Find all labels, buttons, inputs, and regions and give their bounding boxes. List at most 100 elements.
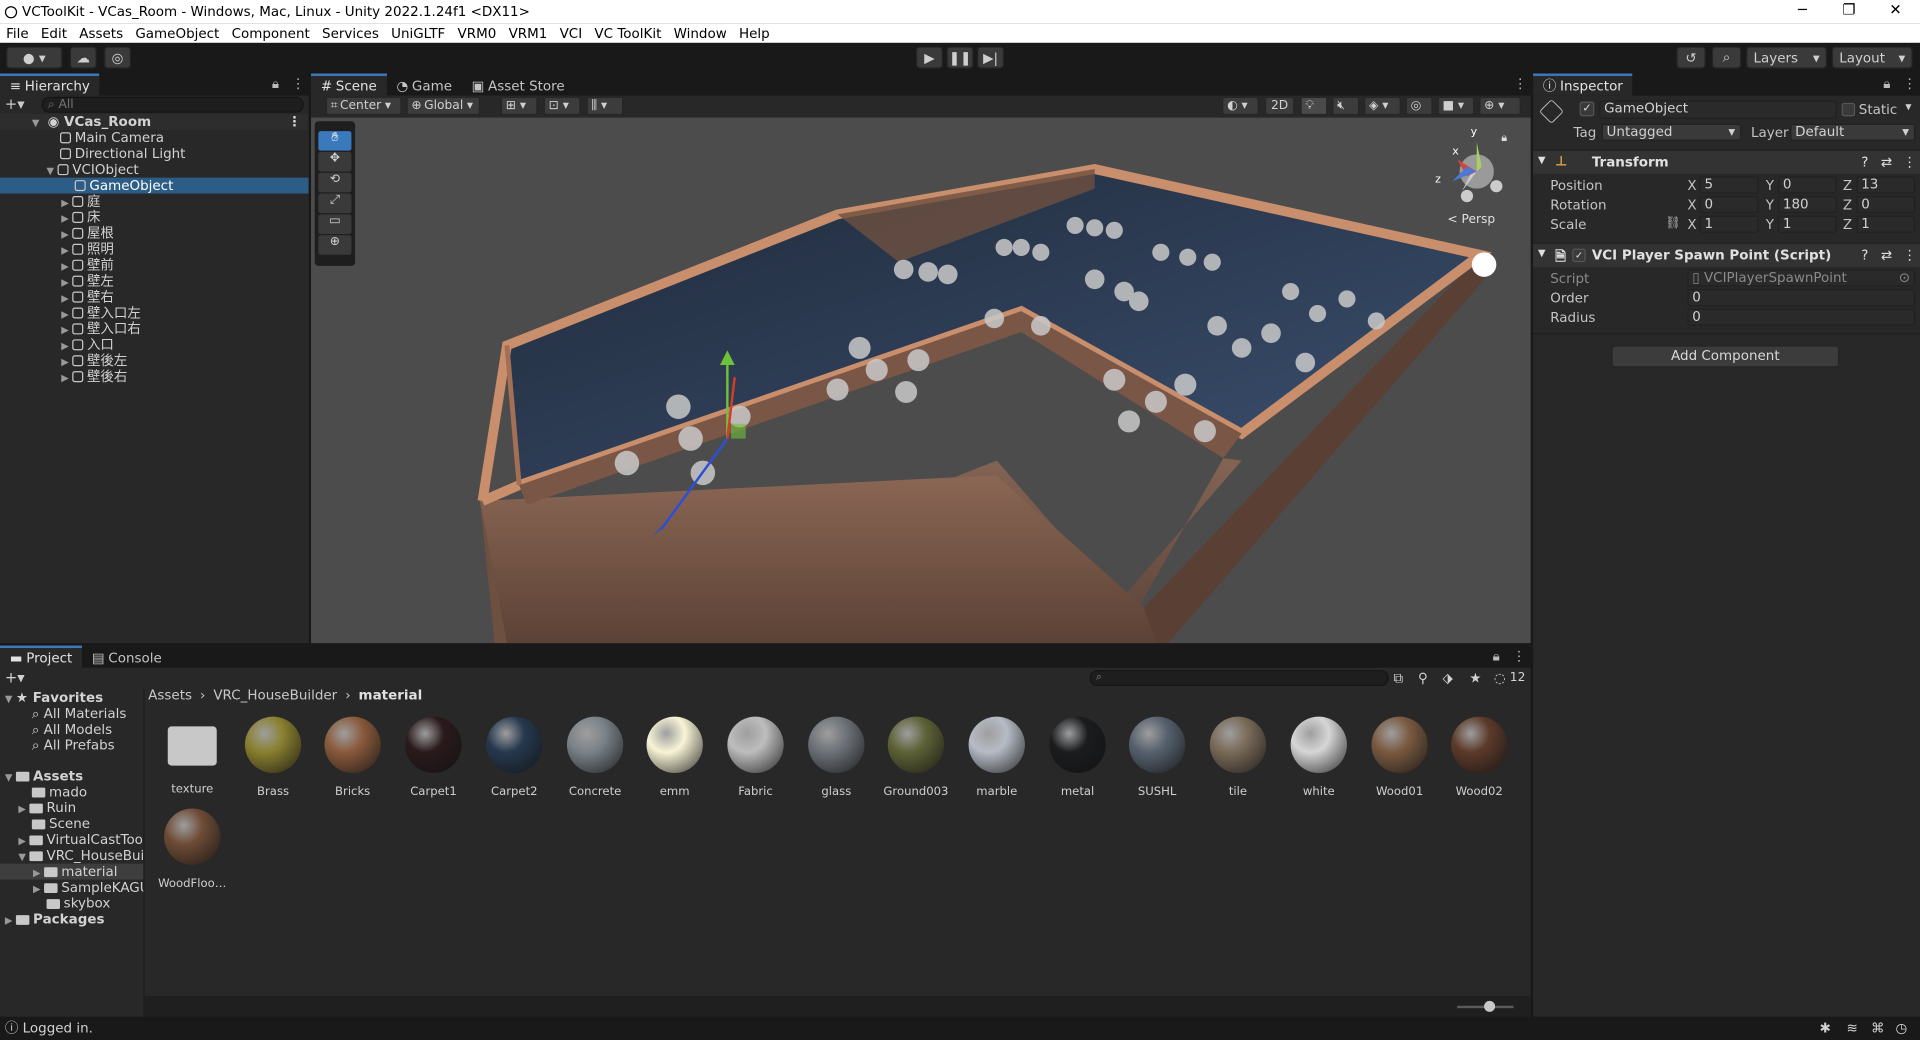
add-component-button[interactable]: Add Component <box>1611 345 1840 368</box>
space-dropdown[interactable]: ⊕ Global ▾ <box>406 96 481 116</box>
folder-row[interactable]: ▶ SampleKAGU <box>0 880 143 896</box>
menu-vrm1[interactable]: VRM1 <box>502 25 553 41</box>
hidden-objects-toggle[interactable]: ◎ <box>1405 96 1433 116</box>
material-asset[interactable]: Carpet1 <box>399 716 468 799</box>
folder-row[interactable]: skybox <box>0 895 143 911</box>
lock-icon[interactable]: 🔒︎ <box>1501 132 1507 144</box>
stack-icon[interactable]: ≋ <box>1847 1017 1858 1040</box>
grid-snap-button[interactable]: ⊞ ▾ <box>500 96 538 116</box>
collab-button[interactable]: ◎ <box>104 46 132 69</box>
expand-arrow-icon[interactable]: ▶ <box>33 865 44 880</box>
search-button[interactable]: ⌕ <box>1711 46 1742 69</box>
hierarchy-item[interactable]: ▶ 壁後右 <box>0 369 309 385</box>
breadcrumb-item[interactable]: Assets <box>148 687 192 703</box>
minimize-button[interactable]: ─ <box>1778 0 1827 23</box>
packages-root-row[interactable]: ▶ Packages <box>0 911 143 927</box>
transform-tool-button[interactable]: ⊕ <box>318 235 352 255</box>
add-icon[interactable]: +▾ <box>5 669 25 686</box>
close-button[interactable]: ✕ <box>1871 0 1920 23</box>
audio-toggle[interactable]: 🔇︎ <box>1332 96 1360 116</box>
cloud-button[interactable]: ☁ <box>69 46 97 69</box>
menu-vci[interactable]: VCI <box>553 25 588 41</box>
expand-arrow-icon[interactable]: ▼ <box>32 115 43 131</box>
hand-tool-button[interactable]: ✋︎ <box>318 131 352 151</box>
script-component-header[interactable]: ▼ 🗎︎ ✓ VCI Player Spawn Point (Script) ?… <box>1533 242 1920 268</box>
maximize-button[interactable]: ❐ <box>1825 0 1874 23</box>
folder-row[interactable]: ▶ Ruin <box>0 800 143 816</box>
menu-window[interactable]: Window <box>667 25 732 41</box>
hidden-packages-icon[interactable]: ◌ <box>1494 670 1506 686</box>
scene-viewport[interactable]: y x z 🔒︎ < Persp ✋︎ ✥ ⟲ ⤢ ▭ ⊕ <box>311 117 1531 644</box>
expand-arrow-icon[interactable]: ▼ <box>18 849 29 864</box>
folder-row[interactable]: Scene <box>0 816 143 832</box>
material-asset[interactable]: Brass <box>239 716 308 799</box>
position-z-field[interactable]: 13 <box>1856 176 1916 194</box>
expand-arrow-icon[interactable]: ▼ <box>47 163 58 179</box>
tab-inspector[interactable]: ⓘ Inspector <box>1533 73 1633 96</box>
object-name-field[interactable]: GameObject <box>1599 100 1837 119</box>
tab-asset-store[interactable]: ▣ Asset Store <box>462 74 575 96</box>
hierarchy-item[interactable]: ▼ VCIObject <box>0 162 309 178</box>
chevron-down-icon[interactable]: ▾ <box>1905 100 1911 113</box>
favorites-row[interactable]: ▼ ★ Favorites <box>0 690 143 706</box>
layer-dropdown[interactable]: Default ▾ <box>1790 123 1916 141</box>
kebab-menu-icon[interactable]: ⋮ <box>1903 154 1916 170</box>
2d-toggle[interactable]: 2D <box>1264 96 1295 116</box>
active-checkbox[interactable]: ✓ <box>1579 101 1595 117</box>
position-y-field[interactable]: 0 <box>1777 176 1837 194</box>
menu-gameobject[interactable]: GameObject <box>129 25 225 41</box>
zoom-slider-thumb[interactable] <box>1484 1000 1496 1012</box>
breadcrumb-item[interactable]: VRC_HouseBuilder <box>213 687 337 703</box>
expand-arrow-icon[interactable]: ▶ <box>61 274 72 290</box>
material-asset[interactable]: marble <box>962 716 1031 799</box>
expand-arrow-icon[interactable]: ▶ <box>61 338 72 354</box>
enabled-checkbox[interactable]: ✓ <box>1572 248 1586 263</box>
material-asset[interactable]: Wood02 <box>1445 716 1514 799</box>
orientation-gizmo[interactable] <box>1452 142 1503 203</box>
hierarchy-item[interactable]: ▶ 壁入口右 <box>0 321 309 337</box>
add-icon[interactable]: +▾ <box>5 96 25 113</box>
lighting-toggle[interactable]: 💡︎ <box>1300 96 1328 116</box>
history-button[interactable]: ↺ <box>1676 46 1706 69</box>
hierarchy-search-input[interactable]: ⌕ All <box>41 96 304 113</box>
scale-x-field[interactable]: 1 <box>1699 215 1759 233</box>
lock-icon[interactable]: 🔒︎ <box>1493 648 1500 665</box>
material-asset[interactable]: white <box>1285 716 1354 799</box>
hierarchy-item[interactable]: ▶ 屋根 <box>0 225 309 241</box>
foldout-arrow-icon[interactable]: ▼ <box>1538 154 1546 165</box>
material-asset[interactable]: Fabric <box>721 716 790 799</box>
expand-arrow-icon[interactable]: ▶ <box>61 290 72 306</box>
folder-row[interactable]: mado <box>0 784 143 800</box>
rect-tool-button[interactable]: ▭ <box>318 214 352 234</box>
hierarchy-item[interactable]: ▶ 壁入口左 <box>0 305 309 321</box>
kebab-menu-icon[interactable]: ⋮ <box>288 114 301 130</box>
menu-vc-toolkit[interactable]: VC ToolKit <box>588 25 667 41</box>
expand-arrow-icon[interactable]: ▶ <box>61 354 72 370</box>
effects-dropdown[interactable]: ◈ ▾ <box>1364 96 1401 116</box>
favorite-item[interactable]: ⌕ All Prefabs <box>0 737 143 753</box>
material-asset[interactable]: Carpet2 <box>480 716 549 799</box>
tag-dropdown[interactable]: Untagged ▾ <box>1601 123 1742 141</box>
expand-arrow-icon[interactable]: ▶ <box>5 913 16 928</box>
material-asset[interactable]: metal <box>1043 716 1112 799</box>
camera-dropdown[interactable]: ■ ▾ <box>1437 96 1475 116</box>
pause-button[interactable]: ❚❚ <box>946 46 974 69</box>
expand-arrow-icon[interactable]: ▶ <box>33 881 44 896</box>
material-asset[interactable]: Bricks <box>318 716 387 799</box>
radius-field[interactable]: 0 <box>1687 308 1916 326</box>
hierarchy-item[interactable]: ▶ 壁右 <box>0 289 309 305</box>
help-icon[interactable]: ? <box>1861 154 1868 170</box>
expand-arrow-icon[interactable]: ▶ <box>61 322 72 338</box>
star-icon[interactable]: ★ <box>1469 670 1481 686</box>
favorite-item[interactable]: ⌕ All Models <box>0 722 143 738</box>
play-button[interactable]: ▶ <box>915 46 943 69</box>
preset-icon[interactable]: ⇄ <box>1881 247 1892 263</box>
hierarchy-item[interactable]: ▶ 庭 <box>0 194 309 210</box>
transform-header[interactable]: ▼ ⊥ Transform ? ⇄ ⋮ <box>1533 149 1920 174</box>
scale-z-field[interactable]: 1 <box>1856 215 1916 233</box>
help-icon[interactable]: ? <box>1861 247 1868 263</box>
step-button[interactable]: ▶| <box>977 46 1005 69</box>
kebab-menu-icon[interactable]: ⋮ <box>1513 76 1526 92</box>
folder-row[interactable]: ▼VRC_HouseBuild <box>0 848 143 864</box>
folder-row[interactable]: ▶VirtualCastToolK <box>0 832 143 848</box>
